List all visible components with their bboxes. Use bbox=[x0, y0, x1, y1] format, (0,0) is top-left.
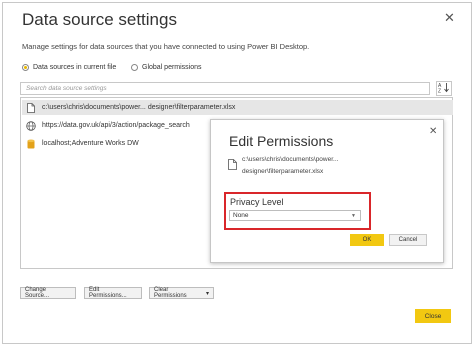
clear-permissions-button[interactable]: Clear Permissions ▾ bbox=[149, 287, 214, 299]
radio-current-file-label: Data sources in current file bbox=[33, 64, 117, 71]
privacy-level-label: Privacy Level bbox=[230, 197, 284, 207]
data-source-path-line2: designer\filterparameter.xlsx bbox=[242, 168, 324, 175]
change-source-button[interactable]: Change Source... bbox=[20, 287, 76, 299]
data-source-path-line1: c:\users\chris\documents\power... bbox=[242, 156, 339, 163]
close-button[interactable]: Close bbox=[415, 309, 451, 323]
list-item-label: localhost;Adventure Works DW bbox=[42, 140, 139, 147]
radio-global-label: Global permissions bbox=[142, 64, 202, 71]
svg-text:Z: Z bbox=[438, 89, 441, 94]
clear-permissions-label: Clear Permissions bbox=[154, 287, 187, 299]
radio-selected-icon[interactable] bbox=[22, 64, 29, 71]
radio-current-file[interactable]: Data sources in current file bbox=[22, 64, 116, 71]
dialog-title: Data source settings bbox=[22, 10, 177, 29]
list-item-label: https://data.gov.uk/api/3/action/package… bbox=[42, 122, 190, 129]
edit-permissions-title: Edit Permissions bbox=[229, 133, 334, 149]
chevron-down-icon[interactable]: ▾ bbox=[206, 290, 209, 297]
cancel-button[interactable]: Cancel bbox=[389, 234, 427, 246]
search-input[interactable]: Search data source settings bbox=[20, 82, 430, 95]
file-icon bbox=[26, 102, 36, 113]
edit-permissions-dialog: Edit Permissions ✕ c:\users\chris\docume… bbox=[210, 119, 444, 263]
radio-global-permissions[interactable]: Global permissions bbox=[131, 64, 202, 71]
ok-button[interactable]: OK bbox=[350, 234, 384, 246]
dialog-description: Manage settings for data sources that yo… bbox=[22, 42, 310, 51]
edit-permissions-button[interactable]: Edit Permissions... bbox=[84, 287, 142, 299]
sort-button[interactable]: A Z bbox=[436, 81, 452, 96]
close-icon[interactable]: ✕ bbox=[429, 126, 437, 137]
list-item-label: c:\users\chris\documents\power... design… bbox=[42, 104, 236, 111]
sort-az-icon: A Z bbox=[438, 83, 449, 95]
list-item[interactable]: c:\users\chris\documents\power... design… bbox=[22, 100, 453, 115]
close-icon[interactable]: ✕ bbox=[444, 11, 455, 25]
privacy-level-select[interactable]: None ▼ bbox=[229, 210, 361, 221]
privacy-level-value: None bbox=[233, 212, 249, 219]
radio-unselected-icon[interactable] bbox=[131, 64, 138, 71]
database-icon bbox=[26, 138, 36, 149]
globe-icon bbox=[26, 120, 36, 131]
chevron-down-icon: ▼ bbox=[351, 213, 356, 219]
file-icon bbox=[228, 157, 238, 170]
